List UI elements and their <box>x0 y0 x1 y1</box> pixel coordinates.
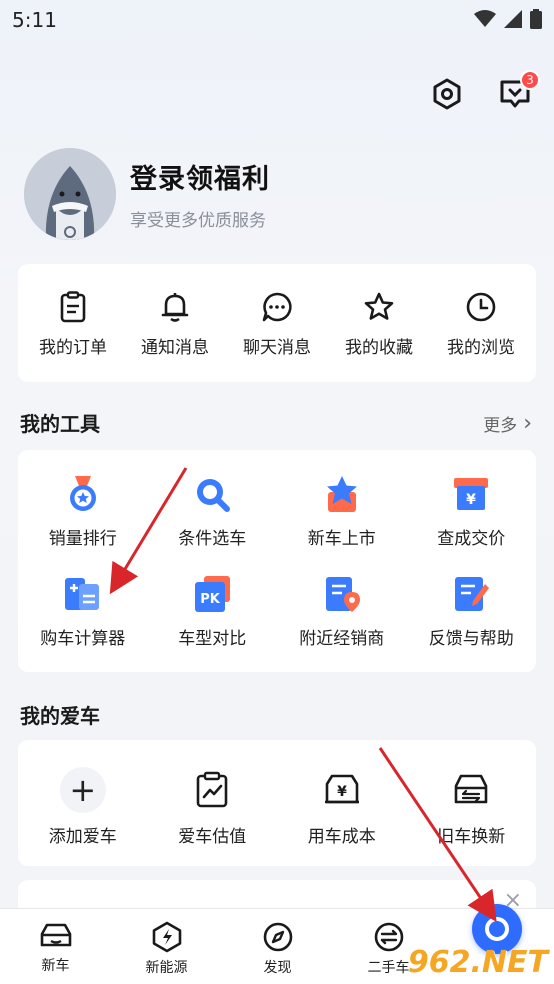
tab-label: 发现 <box>263 960 292 976</box>
tab-label: 新车 <box>41 958 70 974</box>
bell-icon <box>161 292 189 322</box>
order-icon <box>60 290 86 322</box>
used-car-icon <box>374 922 403 952</box>
shortcut-label: 聊天消息 <box>243 337 311 358</box>
price-yen-icon: ¥ <box>454 478 489 510</box>
tool-label: 反馈与帮助 <box>428 629 514 649</box>
mycar-add-car[interactable]: + 添加爱车 <box>18 740 148 847</box>
lightning-icon <box>152 921 181 953</box>
tool-label: 新车上市 <box>307 529 376 549</box>
filter-search-icon <box>197 479 231 512</box>
wifi-icon <box>474 10 496 27</box>
top-actions: 3 <box>430 70 540 114</box>
tab-label: 新能源 <box>145 960 188 976</box>
shortcut-card: 我的订单 通知消息 聊天消息 我的收藏 我的浏览 <box>18 264 536 382</box>
feedback-icon <box>455 577 490 611</box>
pk-compare-icon: PK <box>195 576 231 612</box>
shortcut-history[interactable]: 我的浏览 <box>433 289 529 358</box>
profile-section[interactable]: 登录领福利 享受更多优质服务 <box>24 148 270 240</box>
tools-title: 我的工具 <box>20 412 100 436</box>
svg-text:¥: ¥ <box>466 492 476 508</box>
shortcut-label: 通知消息 <box>141 337 209 358</box>
login-subtitle: 享受更多优质服务 <box>130 211 266 231</box>
sales-rank-icon <box>69 476 96 511</box>
mycar-label: 爱车估值 <box>178 827 247 847</box>
login-title[interactable]: 登录领福利 <box>130 157 270 196</box>
profile-text: 登录领福利 享受更多优质服务 <box>130 157 270 231</box>
tools-more-link[interactable]: 更多 › <box>483 411 532 436</box>
mycar-label: 添加爱车 <box>48 827 117 847</box>
watermark-logo: 962.NET <box>407 945 548 980</box>
svg-text:¥: ¥ <box>337 784 347 800</box>
tool-sales-rank[interactable]: 销量排行 <box>18 450 148 550</box>
tool-label: 购车计算器 <box>40 629 126 649</box>
tab-label: 二手车 <box>367 960 410 976</box>
shortcut-label: 我的浏览 <box>447 337 515 358</box>
tool-new-cars[interactable]: 新车上市 <box>277 450 407 550</box>
chevron-right-icon: › <box>523 410 532 436</box>
compass-icon <box>263 922 292 952</box>
shortcut-favorites[interactable]: 我的收藏 <box>331 289 427 358</box>
chat-icon <box>262 292 292 321</box>
plus-icon: + <box>59 767 106 813</box>
car-trade-in-icon <box>454 774 488 804</box>
settings-button[interactable] <box>430 74 464 114</box>
more-label: 更多 <box>483 416 518 436</box>
car-icon <box>40 923 71 947</box>
tab-discover[interactable]: 发现 <box>222 909 333 984</box>
mycar-label: 用车成本 <box>307 827 376 847</box>
battery-icon <box>530 9 542 29</box>
dealer-location-icon <box>325 577 360 612</box>
mycar-trade-in[interactable]: 旧车换新 <box>407 740 537 847</box>
shortcut-orders[interactable]: 我的订单 <box>25 289 121 358</box>
shortcut-chat[interactable]: 聊天消息 <box>229 289 325 358</box>
messages-badge: 3 <box>520 70 540 90</box>
shortcut-label: 我的收藏 <box>345 337 413 358</box>
messages-button[interactable]: 3 <box>498 70 540 114</box>
tool-label: 查成交价 <box>437 529 506 549</box>
tab-new-energy[interactable]: 新能源 <box>111 909 222 984</box>
tool-car-calculator[interactable]: 购车计算器 <box>18 550 148 650</box>
status-icons <box>474 9 542 29</box>
status-time: 5:11 <box>12 8 57 32</box>
hexagon-settings-icon <box>433 78 461 110</box>
tool-filter-search[interactable]: 条件选车 <box>148 450 278 550</box>
svg-text:PK: PK <box>200 592 221 607</box>
shortcut-notifications[interactable]: 通知消息 <box>127 289 223 358</box>
mycar-title: 我的爱车 <box>20 704 100 728</box>
tool-transaction-price[interactable]: ¥ 查成交价 <box>407 450 537 550</box>
tools-card: 销量排行 条件选车 新车上市 ¥ 查成交价 购车计算器 PK 车型对比 附近经销… <box>18 450 536 672</box>
mycar-cost[interactable]: ¥ 用车成本 <box>277 740 407 847</box>
star-icon <box>364 292 394 320</box>
tab-new-car[interactable]: 新车 <box>0 909 111 984</box>
status-bar: 5:11 <box>0 0 554 40</box>
tool-feedback-help[interactable]: 反馈与帮助 <box>407 550 537 650</box>
new-car-star-icon <box>326 476 357 512</box>
shortcut-label: 我的订单 <box>39 337 107 358</box>
mycar-label: 旧车换新 <box>437 827 506 847</box>
tool-label: 车型对比 <box>178 629 247 649</box>
ring-icon <box>485 917 509 941</box>
tool-label: 条件选车 <box>178 529 247 549</box>
tool-label: 附近经销商 <box>299 629 385 649</box>
avatar[interactable] <box>24 148 116 240</box>
mycar-valuation[interactable]: 爱车估值 <box>148 740 278 847</box>
mycar-card: + 添加爱车 爱车估值 ¥ 用车成本 旧车换新 <box>18 740 536 866</box>
calculator-icon <box>64 578 99 610</box>
tool-label: 销量排行 <box>48 529 117 549</box>
car-cost-yen-icon: ¥ <box>324 774 359 804</box>
valuation-chart-icon <box>196 771 228 808</box>
signal-icon <box>504 10 522 28</box>
tool-compare[interactable]: PK 车型对比 <box>148 550 278 650</box>
clock-icon <box>466 292 496 321</box>
shark-mascot-icon <box>24 148 116 240</box>
tool-nearby-dealers[interactable]: 附近经销商 <box>277 550 407 650</box>
